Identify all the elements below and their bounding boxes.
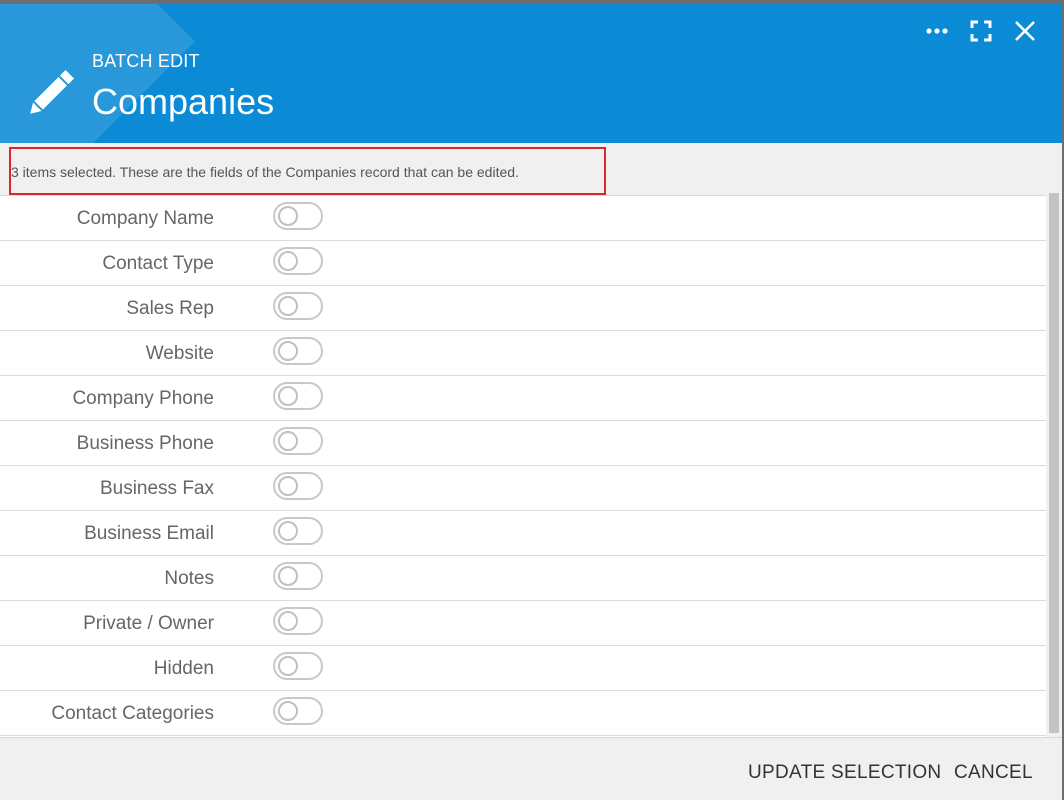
field-label: Sales Rep	[126, 298, 214, 319]
toggle-switch[interactable]	[273, 472, 323, 500]
field-label: Company Name	[76, 208, 214, 229]
cancel-button[interactable]: CANCEL	[954, 762, 1033, 784]
toggle-switch[interactable]	[273, 337, 323, 365]
field-label: Notes	[164, 568, 214, 589]
toggle-switch[interactable]	[273, 517, 323, 545]
update-selection-button[interactable]: UPDATE SELECTION	[748, 762, 941, 784]
field-row-hidden: Hidden	[0, 646, 1046, 691]
toggle-switch[interactable]	[273, 427, 323, 455]
field-label: Business Email	[84, 523, 214, 544]
field-label: Private / Owner	[83, 613, 214, 634]
field-label: Contact Categories	[51, 703, 214, 724]
field-row-private-owner: Private / Owner	[0, 601, 1046, 646]
field-row-notes: Notes	[0, 556, 1046, 601]
field-label: Business Phone	[76, 433, 214, 454]
field-label: Company Phone	[72, 388, 214, 409]
field-label: Website	[145, 343, 214, 364]
toggle-switch[interactable]	[273, 202, 323, 230]
toggle-knob	[278, 341, 298, 361]
toggle-knob	[278, 566, 298, 586]
field-row-website: Website	[0, 331, 1046, 376]
toggle-switch[interactable]	[273, 652, 323, 680]
info-text: 3 items selected. These are the fields o…	[11, 164, 519, 180]
dialog-footer: UPDATE SELECTION CANCEL	[0, 737, 1062, 800]
toggle-knob	[278, 521, 298, 541]
toggle-knob	[278, 476, 298, 496]
field-row-contact-categories: Contact Categories	[0, 691, 1046, 736]
field-row-sales-rep: Sales Rep	[0, 286, 1046, 331]
batch-edit-dialog: BATCH EDIT Companies 3 items selected. T…	[0, 4, 1062, 800]
toggle-switch[interactable]	[273, 562, 323, 590]
toggle-knob	[278, 386, 298, 406]
dialog-header: BATCH EDIT Companies	[0, 4, 1062, 143]
field-row-contact-type: Contact Type	[0, 241, 1046, 286]
maximize-icon[interactable]	[964, 14, 998, 48]
toggle-knob	[278, 656, 298, 676]
scrollbar-thumb[interactable]	[1049, 193, 1059, 733]
field-label: Contact Type	[102, 253, 214, 274]
field-row-company-phone: Company Phone	[0, 376, 1046, 421]
field-row-business-fax: Business Fax	[0, 466, 1046, 511]
close-icon[interactable]	[1008, 14, 1042, 48]
toggle-knob	[278, 701, 298, 721]
dialog-title: Companies	[92, 81, 275, 122]
toggle-knob	[278, 431, 298, 451]
toggle-switch[interactable]	[273, 382, 323, 410]
field-label: Business Fax	[99, 478, 214, 499]
field-list: Company Name Contact Type Sales Rep Webs…	[0, 196, 1046, 736]
toggle-knob	[278, 611, 298, 631]
more-options-icon[interactable]	[920, 14, 954, 48]
vertical-scrollbar[interactable]	[1046, 143, 1062, 743]
toggle-switch[interactable]	[273, 247, 323, 275]
info-bar: 3 items selected. These are the fields o…	[0, 143, 1046, 196]
field-row-business-email: Business Email	[0, 511, 1046, 556]
field-row-business-phone: Business Phone	[0, 421, 1046, 466]
toggle-switch[interactable]	[273, 697, 323, 725]
toggle-switch[interactable]	[273, 607, 323, 635]
field-row-company-name: Company Name	[0, 196, 1046, 241]
field-label: Hidden	[153, 658, 214, 679]
toggle-knob	[278, 206, 298, 226]
pencil-icon	[20, 64, 80, 124]
toggle-knob	[278, 296, 298, 316]
dialog-subtitle: BATCH EDIT	[92, 51, 200, 71]
toggle-switch[interactable]	[273, 292, 323, 320]
toggle-knob	[278, 251, 298, 271]
